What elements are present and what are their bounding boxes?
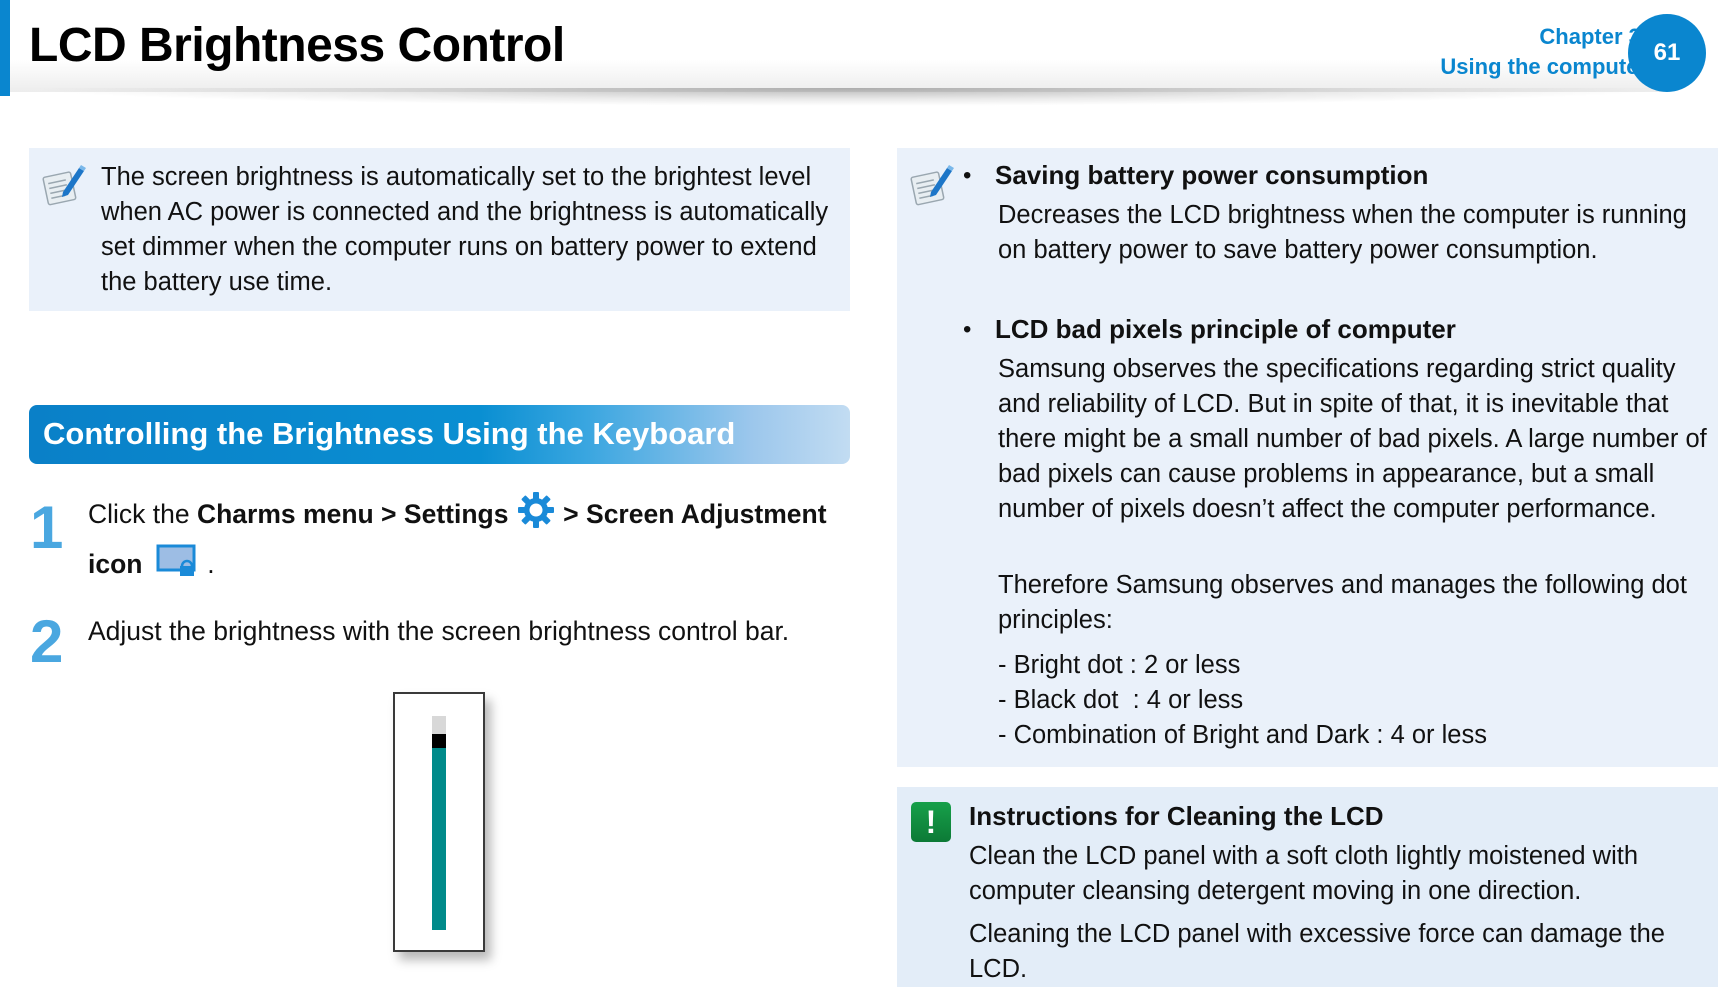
warning-paragraph: Clean the LCD panel with a soft cloth li… xyxy=(969,842,1639,905)
settings-gear-icon xyxy=(516,490,556,542)
chapter-label: Chapter 3. Using the computer xyxy=(1440,22,1647,82)
bullet-heading: LCD bad pixels principle of computer xyxy=(995,314,1456,344)
screen-adjustment-icon xyxy=(156,542,200,590)
page-title: LCD Brightness Control xyxy=(29,19,565,72)
header-divider-shadow xyxy=(20,88,1680,106)
section-header: Controlling the Brightness Using the Key… xyxy=(29,405,850,464)
brightness-slider-fill xyxy=(432,748,446,930)
bullet-paragraph: Decreases the LCD brightness when the co… xyxy=(998,201,1687,264)
bullet-dot: • xyxy=(963,162,972,189)
header-accent-bar xyxy=(0,0,10,96)
warning-title: Instructions for Cleaning the LCD xyxy=(969,801,1384,831)
note-box-brightness-auto: The screen brightness is automatically s… xyxy=(29,148,850,311)
dot-principle-item: - Combination of Bright and Dark : 4 or … xyxy=(998,721,1487,749)
step-1-text: Click the Charms menu > Settings > Scree… xyxy=(88,490,828,590)
bullet-paragraph: Samsung observes the specifications rega… xyxy=(998,355,1707,523)
dot-principle-item: - Bright dot : 2 or less xyxy=(998,651,1241,679)
brightness-slider-track[interactable] xyxy=(432,716,446,930)
note-box-lcd-info: • Saving battery power consumption Decre… xyxy=(897,148,1718,767)
step-1-menu-path: Charms menu > Settings xyxy=(196,499,509,529)
chapter-title: Using the computer xyxy=(1440,54,1647,79)
dot-principle-item: - Black dot : 4 or less xyxy=(998,686,1244,714)
note-pencil-icon xyxy=(41,162,87,206)
warning-exclamation-icon: ! xyxy=(911,802,951,842)
step-number-1: 1 xyxy=(30,494,64,561)
bullet-heading: Saving battery power consumption xyxy=(995,160,1429,190)
note-pencil-icon xyxy=(909,162,955,206)
section-title: Controlling the Brightness Using the Key… xyxy=(43,416,736,451)
step-2-text: Adjust the brightness with the screen br… xyxy=(88,616,790,646)
step-1-suffix: . xyxy=(199,549,215,579)
note-text: The screen brightness is automatically s… xyxy=(101,163,829,296)
warning-box-cleaning: ! Instructions for Cleaning the LCD Clea… xyxy=(897,787,1718,987)
page-number-badge: 61 xyxy=(1628,14,1706,92)
chapter-number: Chapter 3. xyxy=(1539,24,1647,49)
bullet-dot: • xyxy=(963,316,972,343)
bullet-paragraph: Therefore Samsung observes and manages t… xyxy=(998,571,1687,634)
step-1-prefix: Click the xyxy=(88,499,197,529)
brightness-slider-thumb[interactable] xyxy=(432,734,446,748)
brightness-control-panel xyxy=(393,692,485,952)
warning-paragraph: Cleaning the LCD panel with excessive fo… xyxy=(969,920,1665,983)
step-number-2: 2 xyxy=(30,608,64,675)
